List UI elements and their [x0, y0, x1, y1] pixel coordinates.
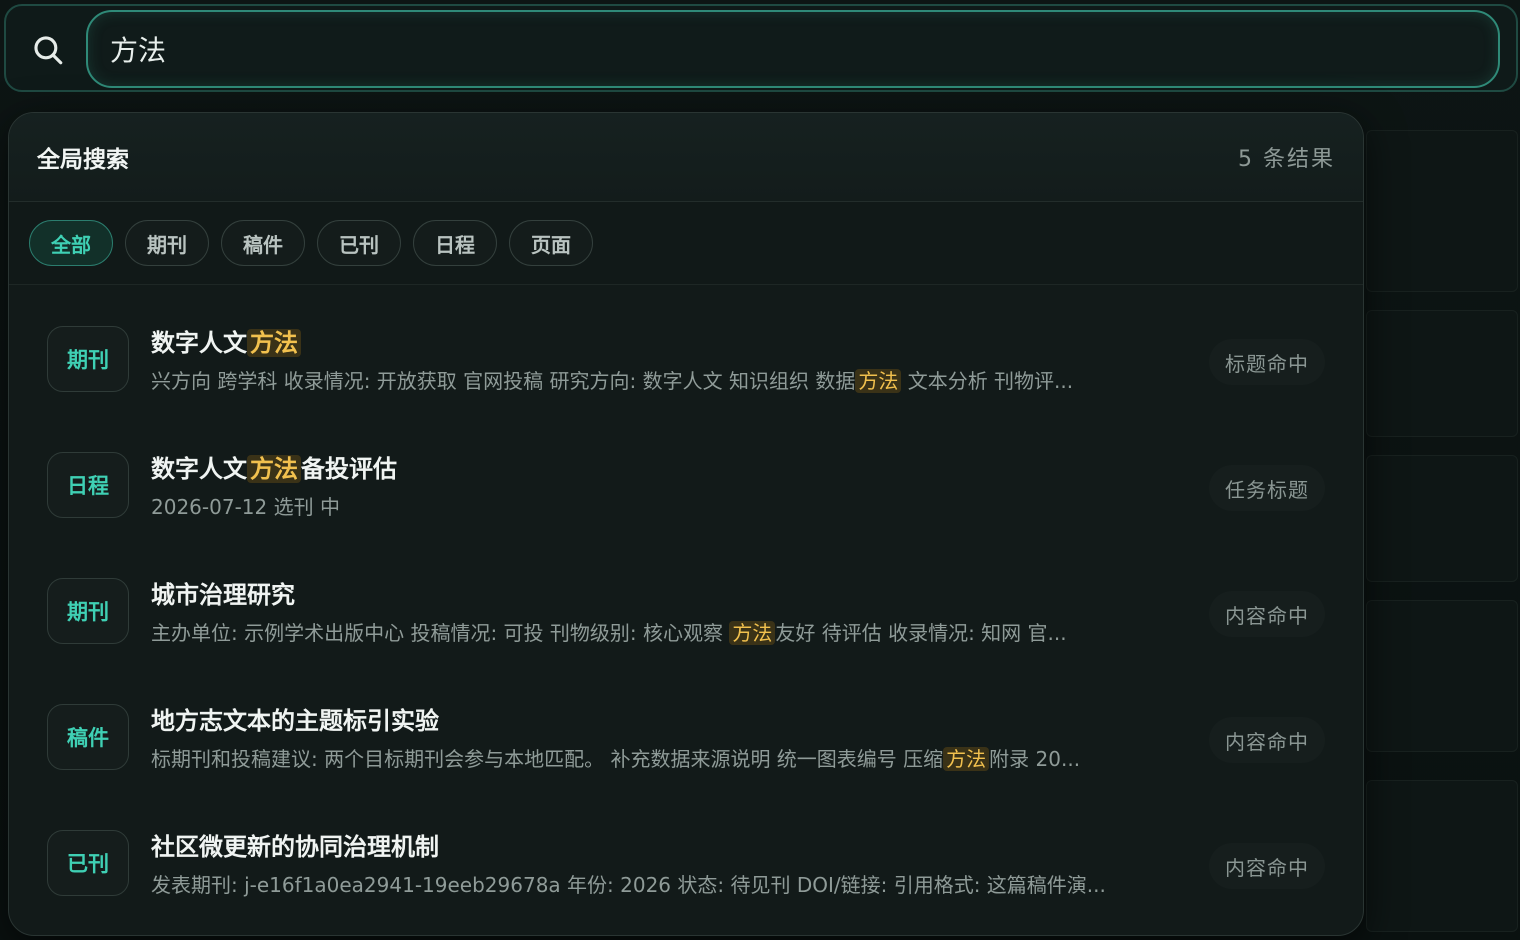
search-results-panel: 全局搜索 5 条结果 全部 期刊 稿件 已刊 日程 页面 期刊 数字人文 方法 兴…	[8, 112, 1364, 936]
result-description: 兴方向 跨学科 收录情况: 开放获取 官网投稿 研究方向: 数字人文 知识组织 …	[151, 369, 1074, 393]
background-panel	[1366, 600, 1518, 752]
result-item[interactable]: 已刊 社区微更新的协同治理机制 发表期刊: j-e16f1a0ea2941-19…	[9, 803, 1363, 929]
filter-chip-all[interactable]: 全部	[29, 220, 113, 266]
global-search-bar	[4, 4, 1518, 92]
match-highlight: 方法	[729, 621, 776, 645]
result-description: 2026-07-12 选刊 中	[151, 495, 340, 519]
result-description: 主办单位: 示例学术出版中心 投稿情况: 可投 刊物级别: 核心观察 方法 友好 …	[151, 621, 1067, 645]
background-panel	[1366, 130, 1518, 292]
filter-chip-schedule[interactable]: 日程	[413, 220, 497, 266]
match-type-tag: 内容命中	[1209, 591, 1325, 637]
result-title: 地方志文本的主题标引实验	[151, 707, 439, 735]
match-highlight: 方法	[943, 747, 990, 771]
app-page: 全局搜索 5 条结果 全部 期刊 稿件 已刊 日程 页面 期刊 数字人文方法 兴…	[0, 0, 1520, 940]
search-input[interactable]	[86, 10, 1500, 88]
search-icon[interactable]	[16, 18, 80, 82]
filter-chip-journal[interactable]: 期刊	[125, 220, 209, 266]
match-type-tag: 任务标题	[1209, 465, 1325, 511]
result-count: 5 条结果	[1238, 147, 1335, 172]
match-highlight: 方法	[855, 369, 902, 393]
match-highlight: 方法	[247, 329, 301, 357]
match-type-tag: 内容命中	[1209, 843, 1325, 889]
result-item[interactable]: 期刊 城市治理研究 主办单位: 示例学术出版中心 投稿情况: 可投 刊物级别: …	[9, 551, 1363, 677]
panel-title: 全局搜索	[37, 147, 129, 173]
result-title: 数字人文 方法 备投评估	[151, 455, 397, 483]
result-description: 发表期刊: j-e16f1a0ea2941-19eeb29678a 年份: 20…	[151, 873, 1106, 897]
result-type-badge: 稿件	[47, 704, 129, 770]
match-highlight: 方法	[247, 455, 301, 483]
filter-chip-page[interactable]: 页面	[509, 220, 593, 266]
match-type-tag: 标题命中	[1209, 339, 1325, 385]
result-item[interactable]: 稿件 地方志文本的主题标引实验 标期刊和投稿建议: 两个目标期刊会参与本地匹配。…	[9, 677, 1363, 803]
result-type-badge: 期刊	[47, 578, 129, 644]
filter-chips: 全部 期刊 稿件 已刊 日程 页面	[9, 202, 1363, 285]
filter-chip-manuscript[interactable]: 稿件	[221, 220, 305, 266]
panel-header: 全局搜索 5 条结果	[9, 113, 1363, 202]
result-description: 标期刊和投稿建议: 两个目标期刊会参与本地匹配。 补充数据来源说明 统一图表编号…	[151, 747, 1081, 771]
result-title: 数字人文 方法	[151, 323, 301, 358]
background-panel	[1366, 455, 1518, 582]
result-item[interactable]: 期刊 数字人文 方法 兴方向 跨学科 收录情况: 开放获取 官网投稿 研究方向: …	[9, 299, 1363, 425]
result-item[interactable]: 日程 数字人文 方法 备投评估 2026-07-12 选刊 中 任务标题	[9, 425, 1363, 551]
match-type-tag: 内容命中	[1209, 717, 1325, 763]
result-type-badge: 已刊	[47, 830, 129, 896]
filter-chip-published[interactable]: 已刊	[317, 220, 401, 266]
background-panel	[1366, 780, 1518, 932]
results-list: 期刊 数字人文 方法 兴方向 跨学科 收录情况: 开放获取 官网投稿 研究方向: …	[9, 285, 1363, 929]
result-title: 社区微更新的协同治理机制	[151, 833, 439, 861]
result-type-badge: 日程	[47, 452, 129, 518]
result-type-badge: 期刊	[47, 326, 129, 392]
result-title: 城市治理研究	[151, 581, 295, 609]
background-panel	[1366, 310, 1518, 437]
